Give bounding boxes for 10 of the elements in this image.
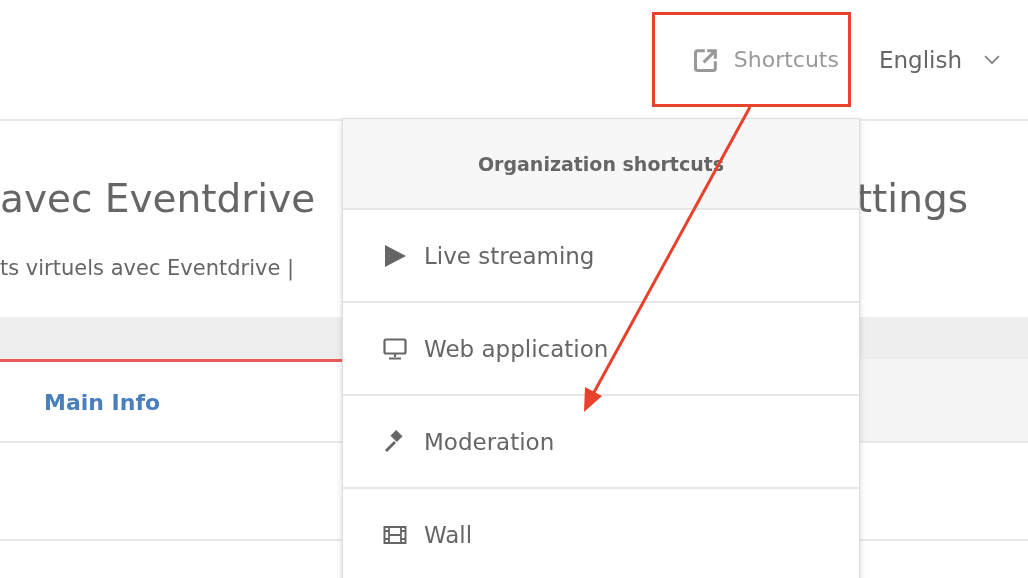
menu-item[interactable]: Wall <box>343 489 859 578</box>
page-title: avec Eventdrive <box>0 175 316 223</box>
monitor-icon <box>383 336 407 361</box>
page-title: ttings <box>856 175 968 223</box>
menu-item[interactable]: Live streaming <box>343 210 859 303</box>
chevron-down-icon <box>984 54 1000 65</box>
play-icon <box>383 243 407 268</box>
language-dropdown[interactable]: English <box>878 46 1000 73</box>
page-subtitle: ts virtuels avec Eventdrive | <box>0 255 295 283</box>
menu-item[interactable]: Web application <box>343 303 859 396</box>
